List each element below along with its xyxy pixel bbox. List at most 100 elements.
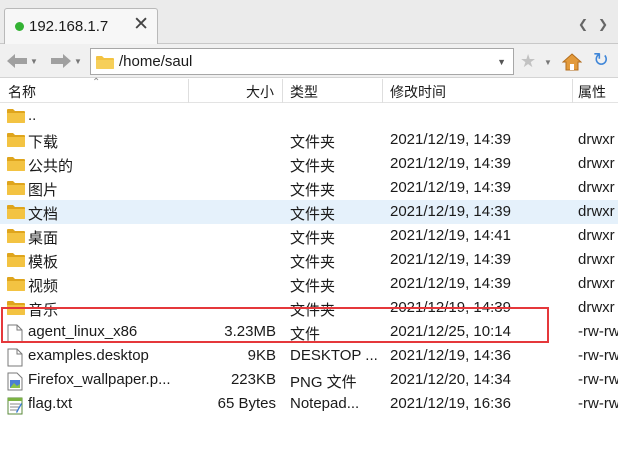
folder-icon <box>7 228 25 247</box>
file-name: 文档 <box>28 206 59 223</box>
file-type: PNG 文件 <box>290 374 357 391</box>
folder-icon <box>7 252 25 271</box>
tab-strip: 192.168.1.7 ✕ ❮ ❯ <box>0 0 618 44</box>
file-attributes: drwxr <box>578 299 615 316</box>
file-attributes: drwxr <box>578 203 615 220</box>
folder-icon <box>7 180 25 199</box>
file-attributes: -rw-rw <box>578 371 618 388</box>
back-dropdown-icon[interactable]: ▼ <box>30 57 38 66</box>
address-path: /home/saul <box>119 53 193 70</box>
file-size: 65 Bytes <box>217 395 276 412</box>
file-type: 文件夹 <box>290 230 336 247</box>
connection-status-icon <box>15 22 24 31</box>
address-bar[interactable]: /home/saul ▼ <box>90 48 514 75</box>
file-attributes: drwxr <box>578 227 615 244</box>
tab-title: 192.168.1.7 <box>29 18 109 35</box>
file-modified: 2021/12/19, 14:41 <box>390 227 511 244</box>
list-item[interactable]: 图片 文件夹 2021/12/19, 14:39 drwxr <box>0 176 618 200</box>
column-divider[interactable] <box>382 79 383 103</box>
file-name: flag.txt <box>28 395 73 412</box>
file-attributes: drwxr <box>578 275 615 292</box>
file-name: examples.desktop <box>28 347 149 364</box>
folder-icon <box>7 132 25 151</box>
file-attributes: -rw-rw <box>578 395 618 412</box>
column-header: 名称 ⌃ 大小 类型 修改时间 属性 <box>0 77 618 103</box>
notepad-file-icon <box>7 396 23 419</box>
tab-connection[interactable]: 192.168.1.7 ✕ <box>4 8 158 44</box>
file-attributes: drwxr <box>578 131 615 148</box>
file-modified: 2021/12/19, 14:39 <box>390 155 511 172</box>
file-type: 文件夹 <box>290 254 336 271</box>
list-item[interactable]: examples.desktop 9KB DESKTOP ... 2021/12… <box>0 344 618 368</box>
file-type: 文件夹 <box>290 134 336 151</box>
navigation-bar: ▼ ▼ /home/saul ▼ ★ ▼ ↻ <box>0 44 618 78</box>
file-attributes: drwxr <box>578 179 615 196</box>
column-attributes[interactable]: 属性 <box>578 82 606 102</box>
address-dropdown-icon[interactable]: ▼ <box>497 57 506 67</box>
file-type: 文件夹 <box>290 158 336 175</box>
list-item[interactable]: 下载 文件夹 2021/12/19, 14:39 drwxr <box>0 128 618 152</box>
back-arrow-icon <box>7 54 27 68</box>
folder-icon <box>7 108 25 127</box>
tab-scroll-right-icon[interactable]: ❯ <box>598 18 608 30</box>
list-item[interactable]: .. <box>0 104 618 128</box>
column-divider[interactable] <box>282 79 283 103</box>
file-modified: 2021/12/19, 14:36 <box>390 347 511 364</box>
file-name: 桌面 <box>28 230 59 247</box>
tab-scroll-left-icon[interactable]: ❮ <box>578 18 588 30</box>
file-name: 模板 <box>28 254 59 271</box>
sort-ascending-icon: ⌃ <box>92 77 101 88</box>
column-name[interactable]: 名称 <box>8 82 36 102</box>
list-item[interactable]: flag.txt 65 Bytes Notepad... 2021/12/19,… <box>0 392 618 416</box>
back-button[interactable]: ▼ <box>6 50 38 72</box>
column-divider[interactable] <box>188 79 189 103</box>
file-type: DESKTOP ... <box>290 347 378 364</box>
file-modified: 2021/12/19, 14:39 <box>390 203 511 220</box>
file-size: 9KB <box>247 347 276 364</box>
list-item[interactable]: 公共的 文件夹 2021/12/19, 14:39 drwxr <box>0 152 618 176</box>
column-divider[interactable] <box>572 79 573 103</box>
file-name: Firefox_wallpaper.p... <box>28 371 171 388</box>
forward-arrow-icon <box>51 54 71 68</box>
file-name: 公共的 <box>28 158 74 175</box>
forward-dropdown-icon[interactable]: ▼ <box>74 57 82 66</box>
file-modified: 2021/12/19, 14:39 <box>390 251 511 268</box>
bookmark-dropdown-icon[interactable]: ▼ <box>544 58 552 67</box>
folder-icon <box>96 55 114 69</box>
column-type[interactable]: 类型 <box>290 82 318 102</box>
file-modified: 2021/12/19, 14:39 <box>390 131 511 148</box>
file-attributes: -rw-rw <box>578 347 618 364</box>
list-item[interactable]: 视频 文件夹 2021/12/19, 14:39 drwxr <box>0 272 618 296</box>
file-type: 文件夹 <box>290 206 336 223</box>
list-item[interactable]: 桌面 文件夹 2021/12/19, 14:41 drwxr <box>0 224 618 248</box>
folder-icon <box>7 204 25 223</box>
file-type: 文件夹 <box>290 278 336 295</box>
file-attributes: drwxr <box>578 155 615 172</box>
column-modified[interactable]: 修改时间 <box>390 82 446 102</box>
file-name: .. <box>28 107 37 124</box>
file-attributes: drwxr <box>578 251 615 268</box>
home-icon[interactable] <box>562 53 582 71</box>
bookmark-star-icon[interactable]: ★ <box>520 52 536 70</box>
file-name: 视频 <box>28 278 59 295</box>
folder-icon <box>7 156 25 175</box>
file-attributes: -rw-rw <box>578 323 618 340</box>
file-name: 图片 <box>28 182 59 199</box>
file-size: 223KB <box>230 371 276 388</box>
highlight-box <box>1 307 549 343</box>
file-modified: 2021/12/19, 14:39 <box>390 275 511 292</box>
reload-icon[interactable]: ↻ <box>593 51 609 70</box>
column-size[interactable]: 大小 <box>246 82 274 102</box>
close-tab-icon[interactable]: ✕ <box>133 15 149 34</box>
forward-button[interactable]: ▼ <box>50 50 82 72</box>
file-type: 文件夹 <box>290 182 336 199</box>
list-item[interactable]: Firefox_wallpaper.p... 223KB PNG 文件 2021… <box>0 368 618 392</box>
list-item[interactable]: 文档 文件夹 2021/12/19, 14:39 drwxr <box>0 200 618 224</box>
file-modified: 2021/12/20, 14:34 <box>390 371 511 388</box>
file-modified: 2021/12/19, 14:39 <box>390 179 511 196</box>
folder-icon <box>7 276 25 295</box>
file-modified: 2021/12/19, 16:36 <box>390 395 511 412</box>
list-item[interactable]: 模板 文件夹 2021/12/19, 14:39 drwxr <box>0 248 618 272</box>
file-type: Notepad... <box>290 395 360 412</box>
file-name: 下载 <box>28 134 59 151</box>
